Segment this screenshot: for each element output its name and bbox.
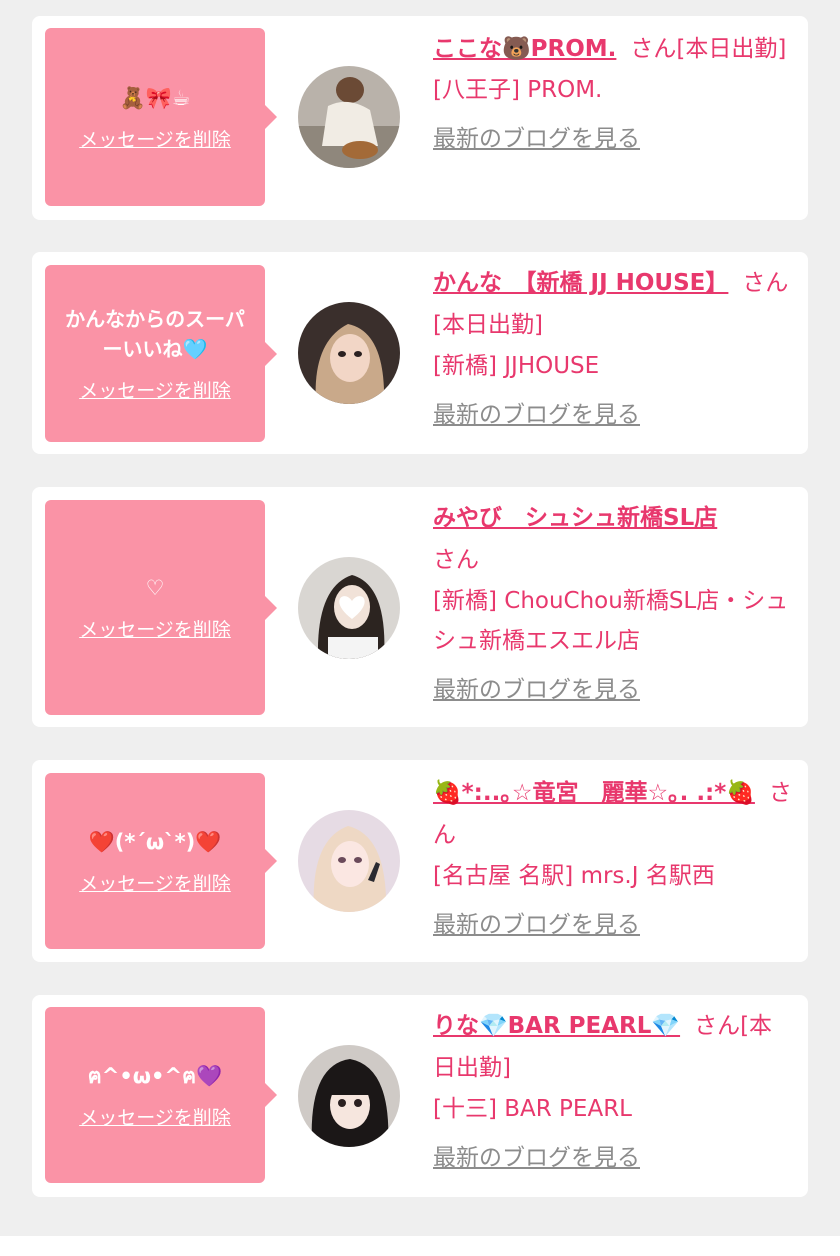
sender-name-link[interactable]: かんな 【新橋 JJ HOUSE】	[433, 270, 728, 296]
delete-message-link[interactable]: メッセージを削除	[79, 1103, 231, 1130]
message-text: ♡	[145, 576, 165, 600]
sender-suffix: さん	[433, 547, 479, 573]
list-item: 🧸🎀☕ メッセージを削除 ここな🐻PROM. さん[本日出勤] [八王子] PRO…	[32, 16, 808, 220]
sender-info: みやび シュシュ新橋SL店 さん [新橋] ChouChou新橋SL店・シュシュ新…	[433, 497, 795, 705]
avatar[interactable]	[298, 810, 400, 912]
sender-info: ここな🐻PROM. さん[本日出勤] [八王子] PROM. 最新のブログを見る	[433, 28, 795, 154]
avatar[interactable]	[298, 1045, 400, 1147]
latest-blog-link[interactable]: 最新のブログを見る	[433, 1143, 640, 1173]
avatar[interactable]	[298, 557, 400, 659]
message-text: 🧸🎀☕	[119, 85, 191, 110]
message-bubble: ❤️(*´ω`*)❤️ メッセージを削除	[45, 773, 277, 949]
delete-message-link[interactable]: メッセージを削除	[79, 376, 231, 403]
shop-info: [新橋] ChouChou新橋SL店・シュシュ新橋エスエル店	[433, 588, 789, 654]
shop-info: [十三] BAR PEARL	[433, 1096, 632, 1122]
latest-blog-link[interactable]: 最新のブログを見る	[433, 675, 640, 705]
sender-info: 🍓*:..｡☆竜宮 麗華☆｡. .:*🍓 さん [名古屋 名駅] mrs.J 名駅…	[433, 772, 795, 940]
list-item: ฅ^•ω•^ฅ💜 メッセージを削除 りな💎BAR PEARL💎 さん[本日出勤] …	[32, 995, 808, 1197]
message-bubble: 🧸🎀☕ メッセージを削除	[45, 28, 277, 206]
shop-info: [新橋] JJHOUSE	[433, 353, 600, 379]
list-item: ♡ メッセージを削除 みやび シュシュ新橋SL店 さん [新橋] ChouChou…	[32, 487, 808, 727]
sender-name-link[interactable]: ここな🐻PROM.	[433, 36, 616, 62]
message-text: かんなからのスーパーいいね🩵	[65, 307, 245, 361]
list-item: かんなからのスーパーいいね🩵 メッセージを削除 かんな 【新橋 JJ HOUSE…	[32, 252, 808, 454]
message-bubble: かんなからのスーパーいいね🩵 メッセージを削除	[45, 265, 277, 442]
sender-info: かんな 【新橋 JJ HOUSE】 さん[本日出勤] [新橋] JJHOUSE 最…	[433, 262, 795, 430]
message-list: 🧸🎀☕ メッセージを削除 ここな🐻PROM. さん[本日出勤] [八王子] PRO…	[0, 0, 840, 1256]
latest-blog-link[interactable]: 最新のブログを見る	[433, 910, 640, 940]
latest-blog-link[interactable]: 最新のブログを見る	[433, 400, 640, 430]
list-item: ❤️(*´ω`*)❤️ メッセージを削除 🍓*:..｡☆竜宮 麗華☆｡. .:*…	[32, 760, 808, 962]
avatar[interactable]	[298, 66, 400, 168]
sender-name-link[interactable]: みやび シュシュ新橋SL店	[433, 505, 717, 531]
message-bubble: ฅ^•ω•^ฅ💜 メッセージを削除	[45, 1007, 277, 1183]
avatar[interactable]	[298, 302, 400, 404]
sender-name-link[interactable]: 🍓*:..｡☆竜宮 麗華☆｡. .:*🍓	[433, 780, 755, 806]
message-text: ❤️(*´ω`*)❤️	[88, 829, 222, 854]
message-bubble: ♡ メッセージを削除	[45, 500, 277, 715]
shop-info: [八王子] PROM.	[433, 77, 603, 103]
delete-message-link[interactable]: メッセージを削除	[79, 125, 231, 152]
message-text: ฅ^•ω•^ฅ💜	[87, 1063, 223, 1088]
shop-info: [名古屋 名駅] mrs.J 名駅西	[433, 863, 715, 889]
sender-suffix: さん[本日出勤]	[630, 36, 787, 62]
latest-blog-link[interactable]: 最新のブログを見る	[433, 124, 640, 154]
delete-message-link[interactable]: メッセージを削除	[79, 869, 231, 896]
delete-message-link[interactable]: メッセージを削除	[79, 615, 231, 642]
footer-background	[0, 1236, 840, 1256]
sender-name-link[interactable]: りな💎BAR PEARL💎	[433, 1013, 680, 1039]
sender-info: りな💎BAR PEARL💎 さん[本日出勤] [十三] BAR PEARL 最新の…	[433, 1005, 795, 1173]
